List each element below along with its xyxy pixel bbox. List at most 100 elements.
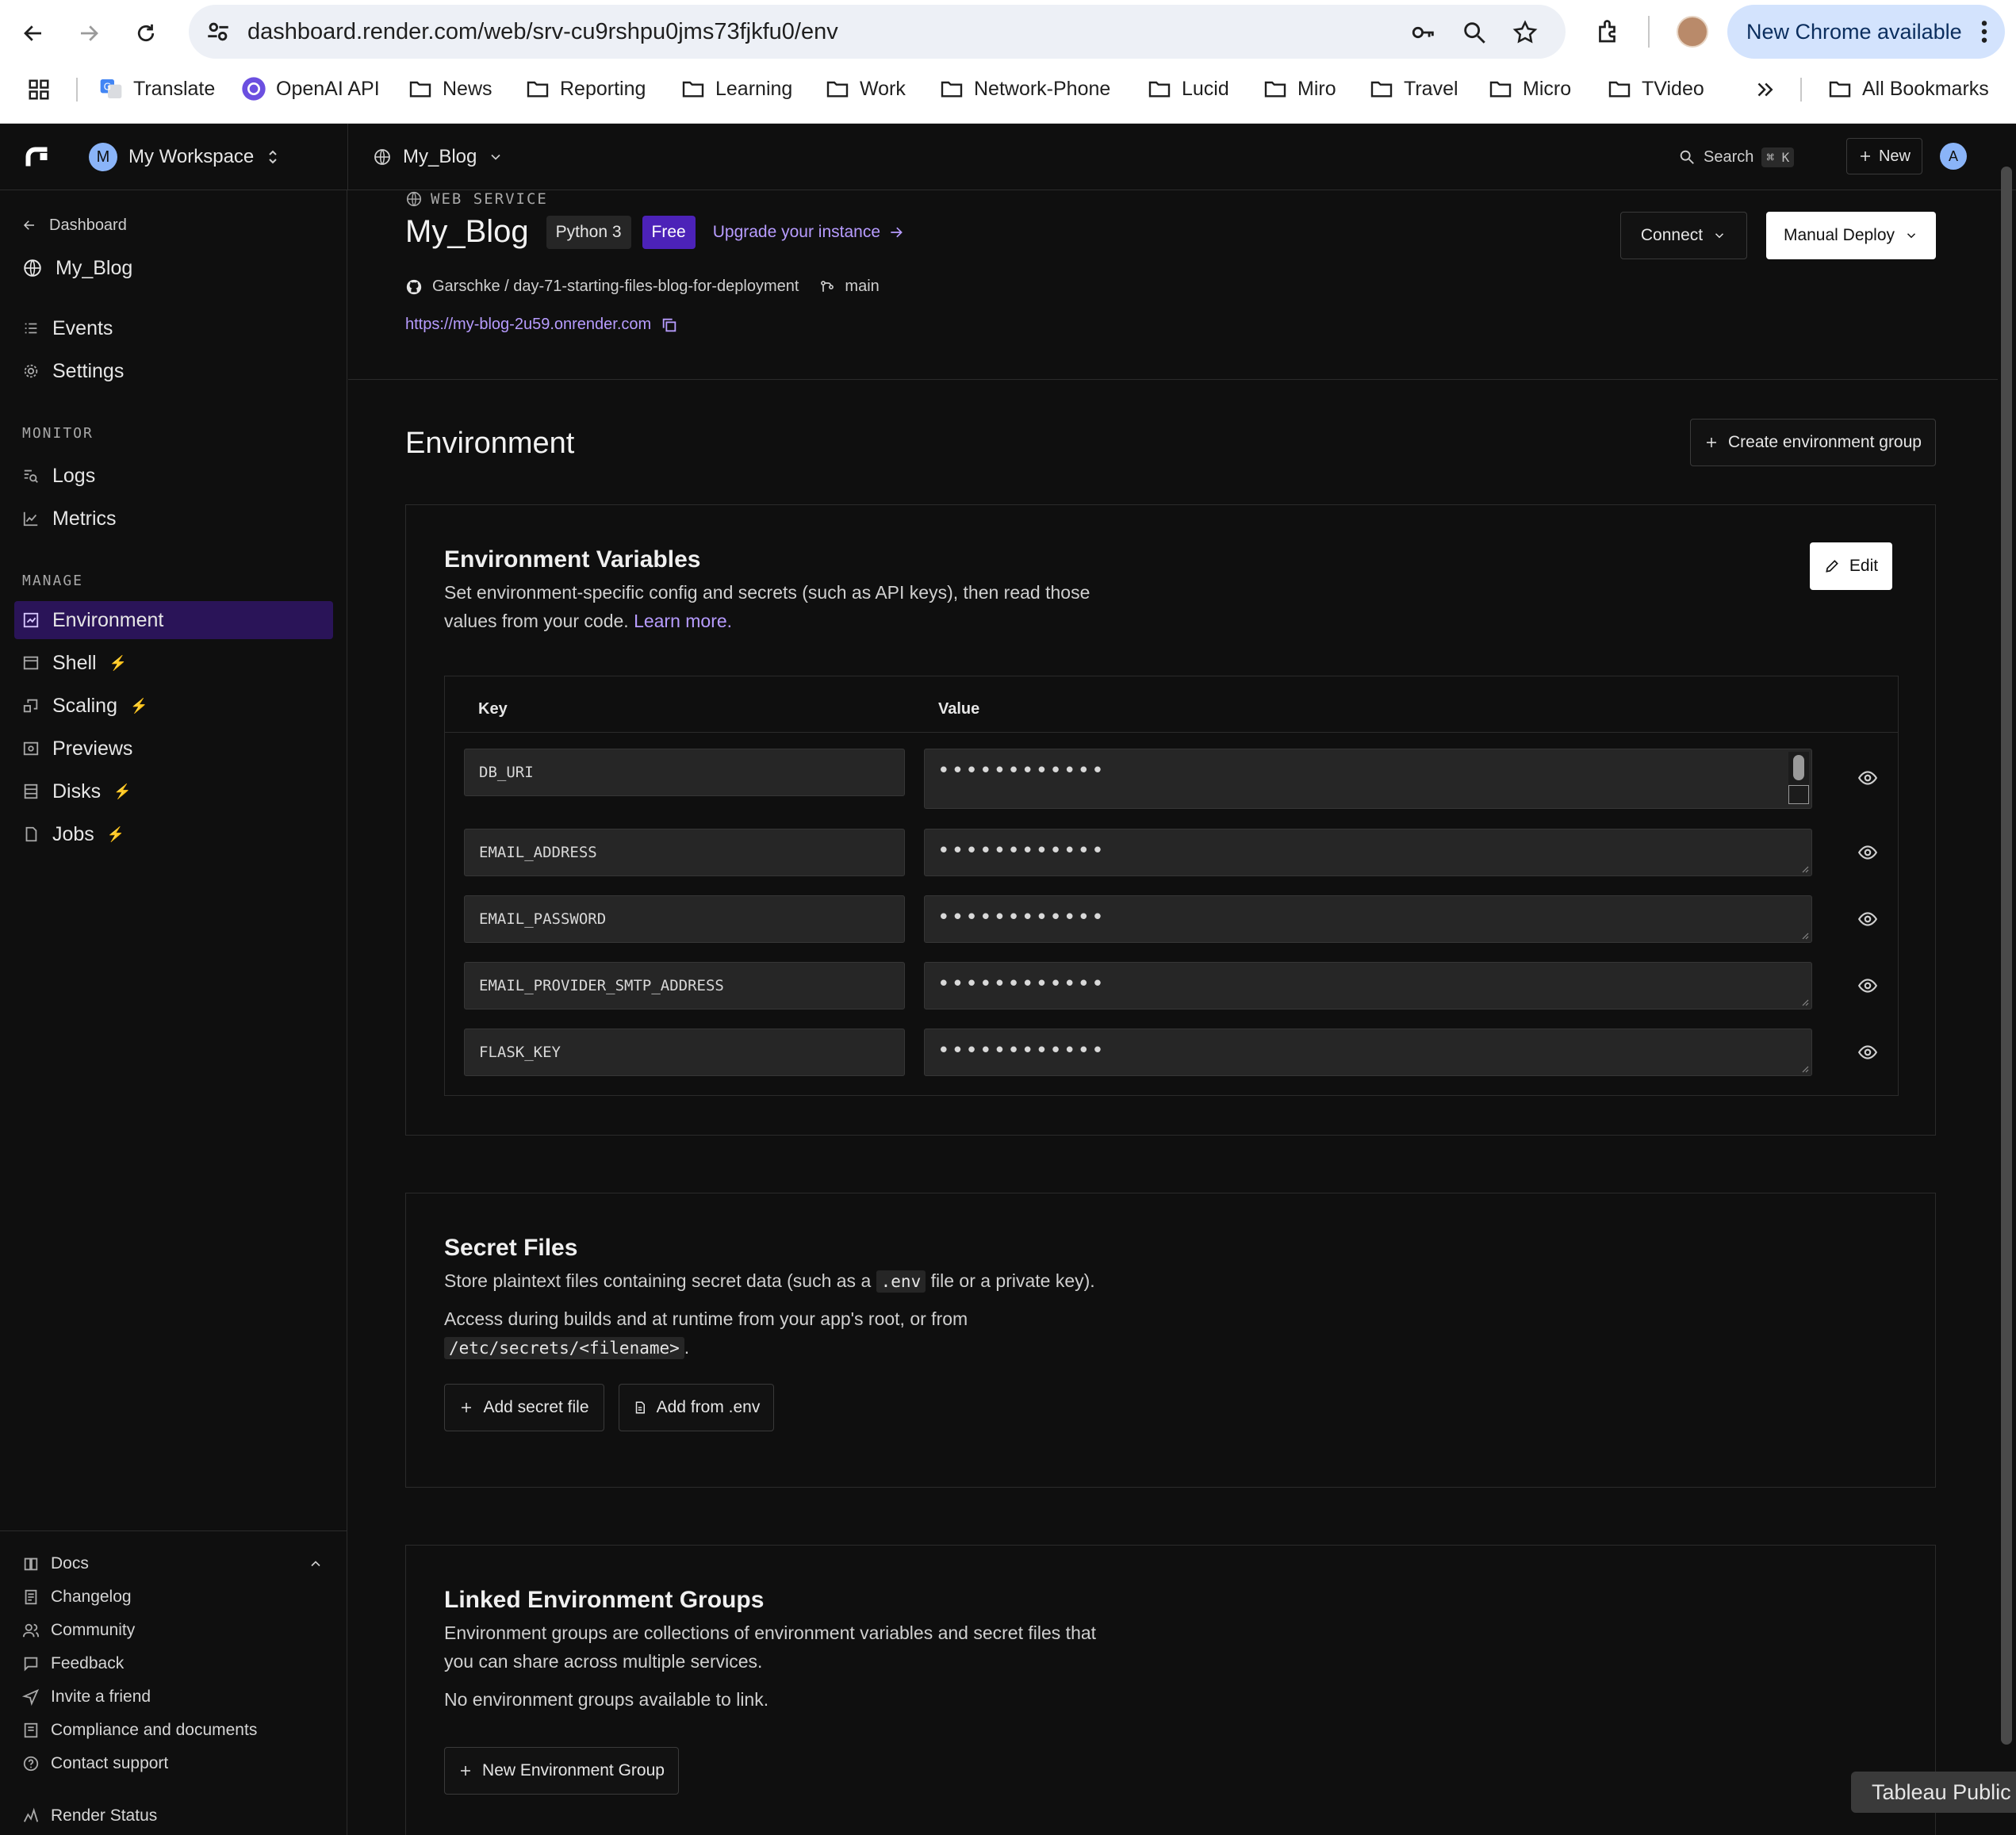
env-value-field[interactable]: •••••••••••• bbox=[924, 895, 1812, 943]
learn-more-link[interactable]: Learn more. bbox=[634, 611, 732, 631]
env-value-field[interactable]: •••••••••••• bbox=[924, 829, 1812, 876]
env-key-field[interactable]: EMAIL_ADDRESS bbox=[464, 829, 905, 876]
sidebar-footer-compliance[interactable]: Compliance and documents bbox=[22, 1716, 257, 1745]
bookmark-openai-api[interactable]: OpenAI API bbox=[241, 71, 380, 106]
sidebar: Dashboard My_Blog Events Settings MONITO… bbox=[0, 190, 347, 1835]
plus-icon bbox=[462, 1403, 472, 1412]
chevron-double-right-icon[interactable] bbox=[1753, 78, 1776, 102]
bookmark-micro[interactable]: Micro bbox=[1488, 71, 1571, 106]
repo-link[interactable]: Garschke / day-71-starting-files-blog-fo… bbox=[432, 278, 799, 296]
bookmark-news[interactable]: News bbox=[408, 71, 493, 106]
manual-deploy-button[interactable]: Manual Deploy bbox=[1766, 212, 1936, 259]
new-button[interactable]: New bbox=[1846, 138, 1922, 174]
sidebar-footer-changelog[interactable]: Changelog bbox=[22, 1583, 132, 1611]
service-switcher[interactable]: My_Blog bbox=[373, 140, 504, 174]
bookmark-all-bookmarks[interactable]: All Bookmarks bbox=[1827, 71, 1989, 106]
env-key-field[interactable]: EMAIL_PASSWORD bbox=[464, 895, 905, 943]
workspace-switcher[interactable]: M My Workspace bbox=[89, 140, 281, 174]
arrow-right-icon bbox=[891, 227, 903, 237]
header-divider bbox=[348, 379, 1998, 380]
bookmark-travel[interactable]: Travel bbox=[1369, 71, 1458, 106]
sidebar-item-previews[interactable]: Previews bbox=[14, 730, 333, 768]
resize-handle[interactable] bbox=[1788, 785, 1809, 804]
sidebar-item-settings[interactable]: Settings bbox=[14, 352, 333, 390]
key-icon[interactable] bbox=[1410, 19, 1437, 46]
sidebar-footer-docs[interactable]: Docs bbox=[22, 1550, 324, 1578]
create-environment-group-button[interactable]: Create environment group bbox=[1690, 419, 1936, 466]
sidebar-item-environment[interactable]: Environment bbox=[14, 601, 333, 639]
add-from-env-button[interactable]: Add from .env bbox=[619, 1384, 774, 1431]
bookmark-tvideo[interactable]: TVideo bbox=[1607, 71, 1704, 106]
textarea-scrollbar[interactable] bbox=[1788, 752, 1809, 804]
back-button[interactable] bbox=[13, 13, 54, 54]
bookmark-lucid[interactable]: Lucid bbox=[1147, 71, 1229, 106]
resize-grip-icon[interactable] bbox=[1799, 1063, 1809, 1073]
bookmark-translate[interactable]: G Translate bbox=[98, 71, 215, 106]
gear-icon bbox=[24, 364, 38, 378]
resize-grip-icon[interactable] bbox=[1799, 864, 1809, 873]
resize-grip-icon[interactable] bbox=[1799, 930, 1809, 940]
reveal-value-button[interactable] bbox=[1853, 764, 1882, 792]
sidebar-footer-feedback[interactable]: Feedback bbox=[22, 1649, 124, 1678]
reload-button[interactable] bbox=[125, 13, 167, 54]
reveal-value-button[interactable] bbox=[1853, 1038, 1882, 1067]
bookmark-learning[interactable]: Learning bbox=[680, 71, 792, 106]
bookmark-miro[interactable]: Miro bbox=[1263, 71, 1336, 106]
sidebar-footer-status[interactable]: Render Status bbox=[22, 1802, 157, 1830]
upgrade-instance-link[interactable]: Upgrade your instance bbox=[713, 223, 904, 242]
sidebar-footer-invite[interactable]: Invite a friend bbox=[22, 1683, 151, 1711]
env-key-field[interactable]: EMAIL_PROVIDER_SMTP_ADDRESS bbox=[464, 962, 905, 1009]
add-secret-file-button[interactable]: Add secret file bbox=[444, 1384, 604, 1431]
extensions-icon[interactable] bbox=[1594, 17, 1623, 46]
zoom-icon[interactable] bbox=[1461, 19, 1488, 46]
reveal-value-button[interactable] bbox=[1853, 905, 1882, 933]
env-code: .env bbox=[876, 1270, 926, 1293]
sidebar-item-shell[interactable]: Shell ⚡ bbox=[14, 644, 333, 682]
env-value-field[interactable]: •••••••••••• bbox=[924, 749, 1812, 809]
apps-grid-icon[interactable] bbox=[27, 78, 51, 102]
user-menu[interactable]: A bbox=[1940, 143, 1967, 170]
page-scrollbar-thumb[interactable] bbox=[2001, 167, 2012, 1745]
reveal-value-button[interactable] bbox=[1853, 971, 1882, 1000]
sidebar-item-logs[interactable]: Logs bbox=[14, 457, 333, 495]
reveal-value-button[interactable] bbox=[1853, 838, 1882, 867]
sidebar-item-disks[interactable]: Disks ⚡ bbox=[14, 772, 333, 810]
edit-button[interactable]: Edit bbox=[1810, 542, 1892, 590]
search-button[interactable]: Search ⌘ K bbox=[1678, 141, 1795, 173]
env-value-field[interactable]: •••••••••••• bbox=[924, 962, 1812, 1009]
bookmark-network-phone[interactable]: Network-Phone bbox=[939, 71, 1110, 106]
bookmark-reporting[interactable]: Reporting bbox=[525, 71, 646, 106]
sidebar-footer-community[interactable]: Community bbox=[22, 1616, 135, 1645]
sidebar-service-name[interactable]: My_Blog bbox=[14, 249, 333, 287]
user-avatar: A bbox=[1940, 143, 1967, 170]
env-value-field[interactable]: •••••••••••• bbox=[924, 1029, 1812, 1076]
back-to-dashboard-link[interactable]: Dashboard bbox=[14, 209, 333, 241]
new-environment-group-button[interactable]: New Environment Group bbox=[444, 1747, 679, 1795]
copy-icon[interactable] bbox=[661, 316, 678, 334]
env-key-field[interactable]: FLASK_KEY bbox=[464, 1029, 905, 1076]
textarea-scrollbar-thumb[interactable] bbox=[1793, 755, 1804, 780]
site-settings-icon[interactable] bbox=[205, 18, 232, 45]
address-bar[interactable]: dashboard.render.com/web/srv-cu9rshpu0jm… bbox=[189, 5, 1566, 59]
profile-avatar[interactable] bbox=[1677, 16, 1708, 48]
resize-grip-icon[interactable] bbox=[1799, 997, 1809, 1006]
sidebar-item-metrics[interactable]: Metrics bbox=[14, 500, 333, 538]
sidebar-item-scaling[interactable]: Scaling ⚡ bbox=[14, 687, 333, 725]
new-chrome-button[interactable]: New Chrome available bbox=[1727, 5, 2005, 59]
folder-icon bbox=[1370, 81, 1393, 98]
connect-button[interactable]: Connect bbox=[1620, 212, 1747, 259]
sidebar-footer-support[interactable]: Contact support bbox=[22, 1749, 168, 1778]
forward-button[interactable] bbox=[68, 13, 109, 54]
bookmark-work[interactable]: Work bbox=[825, 71, 906, 106]
arrow-left-icon bbox=[24, 25, 41, 41]
activity-icon bbox=[23, 1807, 39, 1822]
translate-icon: G bbox=[100, 79, 122, 98]
sidebar-item-jobs[interactable]: Jobs ⚡ bbox=[14, 815, 333, 853]
tableau-public-tab[interactable]: Tableau Public bbox=[1851, 1772, 2016, 1813]
sidebar-item-events[interactable]: Events bbox=[14, 309, 333, 347]
render-logo-icon[interactable] bbox=[22, 141, 51, 170]
env-key-field[interactable]: DB_URI bbox=[464, 749, 905, 796]
star-icon[interactable] bbox=[1512, 19, 1539, 46]
service-url-link[interactable]: https://my-blog-2u59.onrender.com bbox=[405, 316, 651, 334]
disk-icon bbox=[24, 783, 38, 799]
